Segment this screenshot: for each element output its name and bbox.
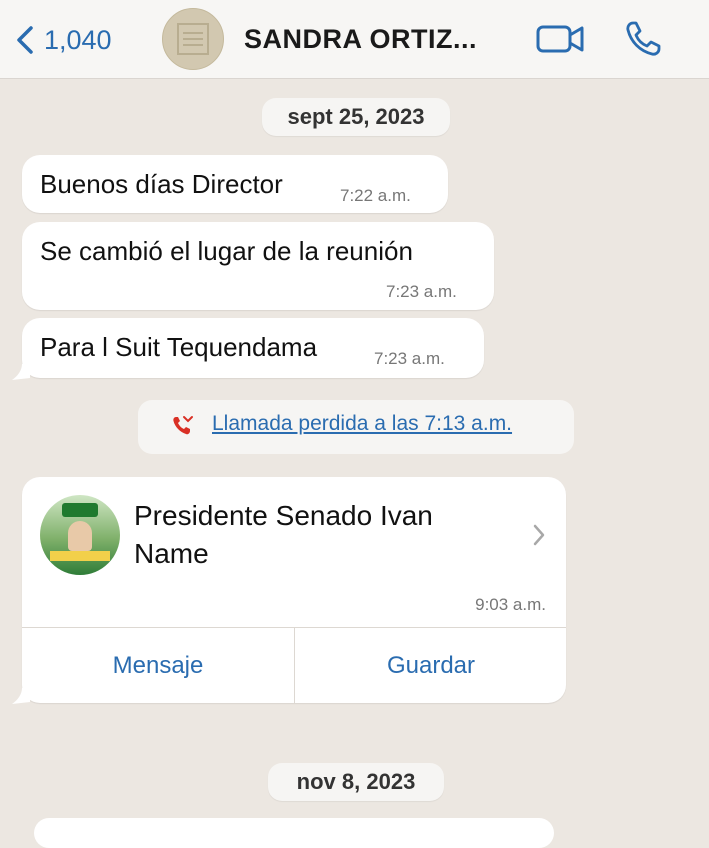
date-label: sept 25, 2023: [287, 104, 425, 129]
message-time: 9:03 a.m.: [475, 595, 546, 614]
message-time: 7:23 a.m.: [374, 349, 445, 368]
phone-call-icon[interactable]: [624, 20, 664, 58]
message-bubble[interactable]: [34, 818, 554, 848]
unread-count: 1,040: [44, 24, 112, 55]
date-label: nov 8, 2023: [296, 769, 416, 794]
contact-card[interactable]: Presidente Senado Ivan Name 9:03 a.m. Me…: [22, 477, 566, 703]
message-text: Se cambió el lugar de la reunión: [40, 236, 413, 266]
video-call-icon[interactable]: [536, 22, 586, 56]
message-time: 7:22 a.m.: [340, 186, 411, 205]
avatar[interactable]: [162, 8, 224, 70]
message-bubble[interactable]: Para l Suit Tequendama 7:23 a.m.: [22, 318, 484, 378]
back-button[interactable]: 1,040: [14, 22, 112, 58]
chevron-right-icon[interactable]: [532, 523, 546, 547]
chevron-left-icon: [17, 26, 33, 54]
contact-photo: [40, 495, 120, 575]
missed-call-link[interactable]: Llamada perdida a las 7:13 a.m.: [212, 412, 512, 436]
save-contact-button[interactable]: Guardar: [295, 628, 566, 703]
message-text: Para l Suit Tequendama: [40, 332, 318, 362]
message-bubble[interactable]: Buenos días Director 7:22 a.m.: [22, 155, 448, 213]
missed-call-icon: [173, 416, 193, 435]
missed-call-notice[interactable]: Llamada perdida a las 7:13 a.m.: [138, 400, 574, 454]
chat-header: 1,040 SANDRA ORTIZ...: [0, 0, 709, 79]
message-bubble[interactable]: Se cambió el lugar de la reunión 7:23 a.…: [22, 222, 494, 310]
message-contact-button[interactable]: Mensaje: [22, 628, 294, 703]
bubble-tail: [12, 688, 30, 704]
message-time: 7:23 a.m.: [386, 282, 457, 301]
date-separator: sept 25, 2023: [262, 98, 450, 136]
contact-title[interactable]: SANDRA ORTIZ...: [244, 24, 477, 55]
date-separator: nov 8, 2023: [268, 763, 444, 801]
bubble-tail: [12, 364, 30, 380]
message-text: Buenos días Director: [40, 169, 283, 199]
contact-name: Presidente Senado Ivan Name: [134, 500, 433, 569]
